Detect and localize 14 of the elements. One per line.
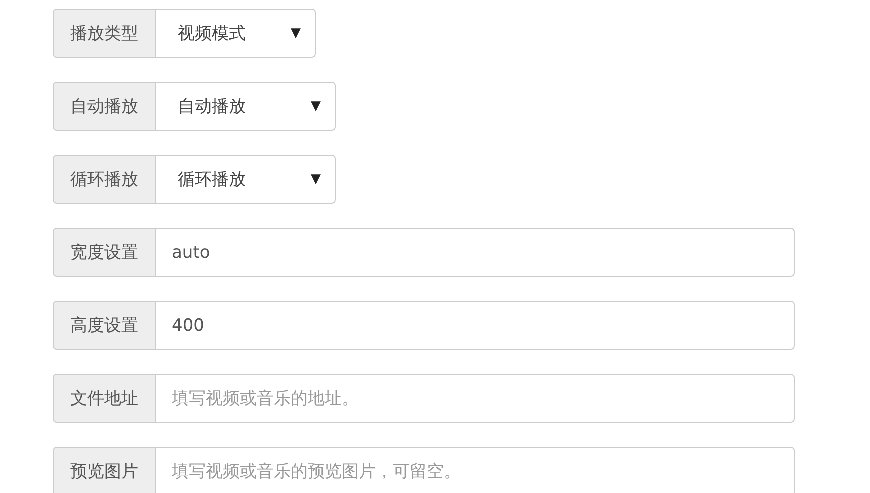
field-label: 高度设置 [53,301,156,350]
dropdown[interactable]: 视频模式 ▼ [156,9,316,58]
field-label: 播放类型 [53,9,156,58]
field-label: 自动播放 [53,82,156,131]
field-label: 宽度设置 [53,228,156,277]
field-label: 循环播放 [53,155,156,204]
field-label: 预览图片 [53,447,156,493]
dropdown[interactable]: 循环播放 ▼ [156,155,336,204]
input-field[interactable]: auto [156,228,795,277]
dropdown[interactable]: 自动播放 ▼ [156,82,336,131]
input-field[interactable]: 400 [156,301,795,350]
input-field[interactable]: 填写视频或音乐的地址。 [156,374,795,423]
field-label: 文件地址 [53,374,156,423]
input-field[interactable]: 填写视频或音乐的预览图片，可留空。 [156,447,795,493]
